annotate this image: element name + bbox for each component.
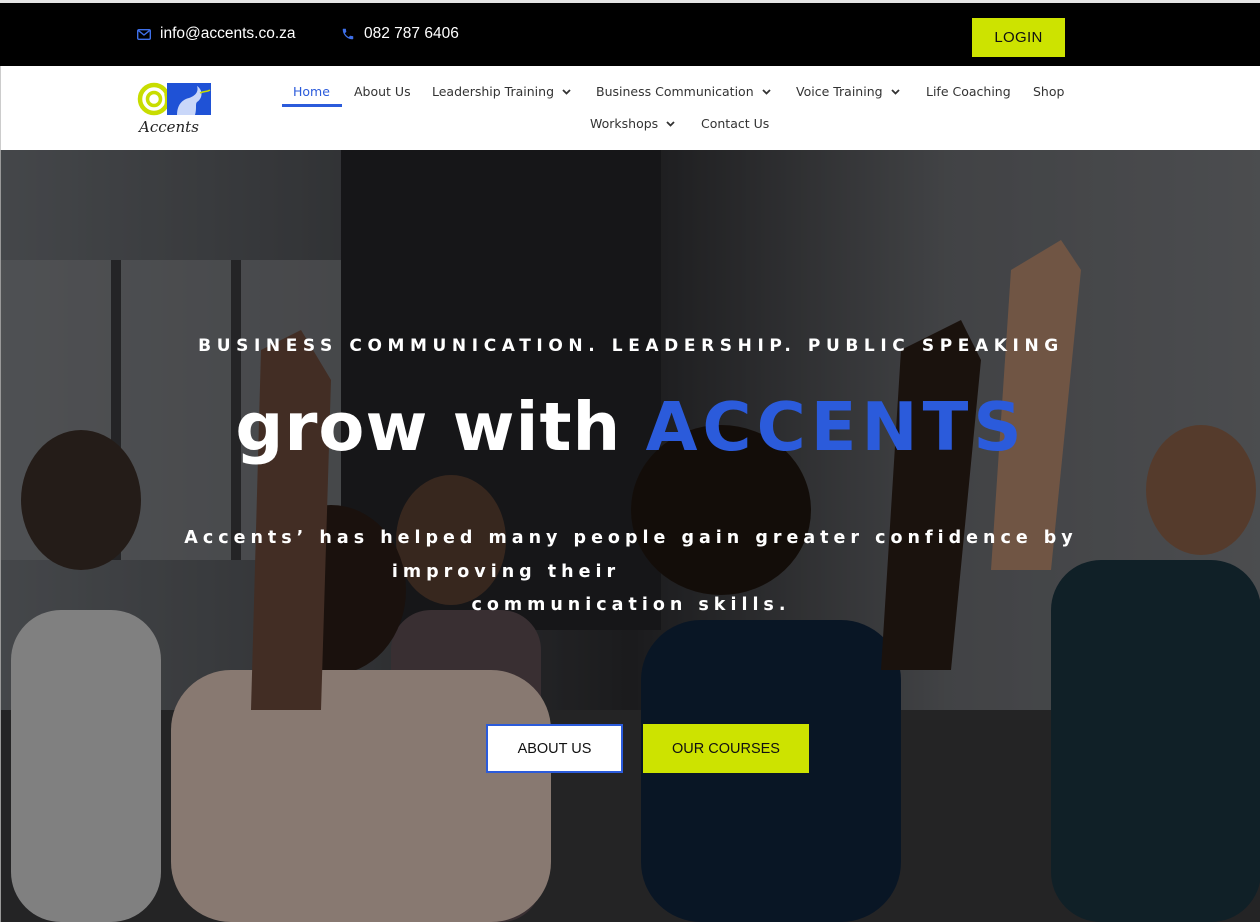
login-button[interactable]: LOGIN xyxy=(972,18,1065,57)
hero-kicker: BUSINESS COMMUNICATION. LEADERSHIP. PUBL… xyxy=(198,336,1064,356)
hero-section: BUSINESS COMMUNICATION. LEADERSHIP. PUBL… xyxy=(0,150,1260,922)
envelope-icon xyxy=(137,28,151,40)
nav-contact-us[interactable]: Contact Us xyxy=(701,116,769,131)
subtitle-line: improving their xyxy=(391,561,621,582)
nav-workshops[interactable]: Workshops xyxy=(590,116,675,131)
hero-headline: grow with ACCENTS xyxy=(1,388,1260,466)
nav-label: About Us xyxy=(354,84,411,99)
about-us-button[interactable]: ABOUT US xyxy=(486,724,623,773)
nav-voice-training[interactable]: Voice Training xyxy=(796,84,900,99)
active-nav-indicator xyxy=(282,104,342,107)
top-contact-bar: info@accents.co.za 082 787 6406 LOGIN xyxy=(0,0,1260,66)
nav-label: Business Communication xyxy=(596,84,754,99)
hero-subtitle: Accents’ has helped many people gain gre… xyxy=(151,522,1111,623)
nav-label: Workshops xyxy=(590,116,659,131)
nav-label: Leadership Training xyxy=(432,84,554,99)
subtitle-line: communication skills. xyxy=(471,595,791,615)
nav-home[interactable]: Home xyxy=(293,84,330,99)
phone-contact[interactable]: 082 787 6406 xyxy=(341,25,459,43)
chevron-down-icon xyxy=(562,88,571,95)
phone-text: 082 787 6406 xyxy=(364,25,459,42)
our-courses-button[interactable]: OUR COURSES xyxy=(643,724,809,773)
chevron-down-icon xyxy=(890,88,900,95)
chevron-down-icon xyxy=(761,88,771,95)
nav-leadership-training[interactable]: Leadership Training xyxy=(432,84,571,99)
headline-prefix: grow with xyxy=(235,388,622,466)
headline-brand: ACCENTS xyxy=(645,388,1027,466)
nav-shop[interactable]: Shop xyxy=(1033,84,1064,99)
logo-wordmark: Accents xyxy=(137,118,199,136)
email-contact[interactable]: info@accents.co.za xyxy=(137,25,296,43)
nav-label: Shop xyxy=(1033,84,1065,99)
nav-business-communication[interactable]: Business Communication xyxy=(596,84,771,99)
nav-label: Contact Us xyxy=(701,116,770,131)
nav-label: Life Coaching xyxy=(926,84,1011,99)
nav-life-coaching[interactable]: Life Coaching xyxy=(926,84,1011,99)
nav-about-us[interactable]: About Us xyxy=(354,84,411,99)
email-text: info@accents.co.za xyxy=(160,25,296,42)
phone-icon xyxy=(342,28,354,40)
nav-label: Voice Training xyxy=(796,84,883,99)
site-header: Accents Home About Us Leadership Trainin… xyxy=(0,66,1260,150)
chevron-down-icon xyxy=(666,120,675,127)
nav-label: Home xyxy=(293,84,330,99)
accents-logo[interactable]: Accents xyxy=(137,80,217,136)
subtitle-line: Accents’ has helped many people gain gre… xyxy=(184,528,1078,548)
